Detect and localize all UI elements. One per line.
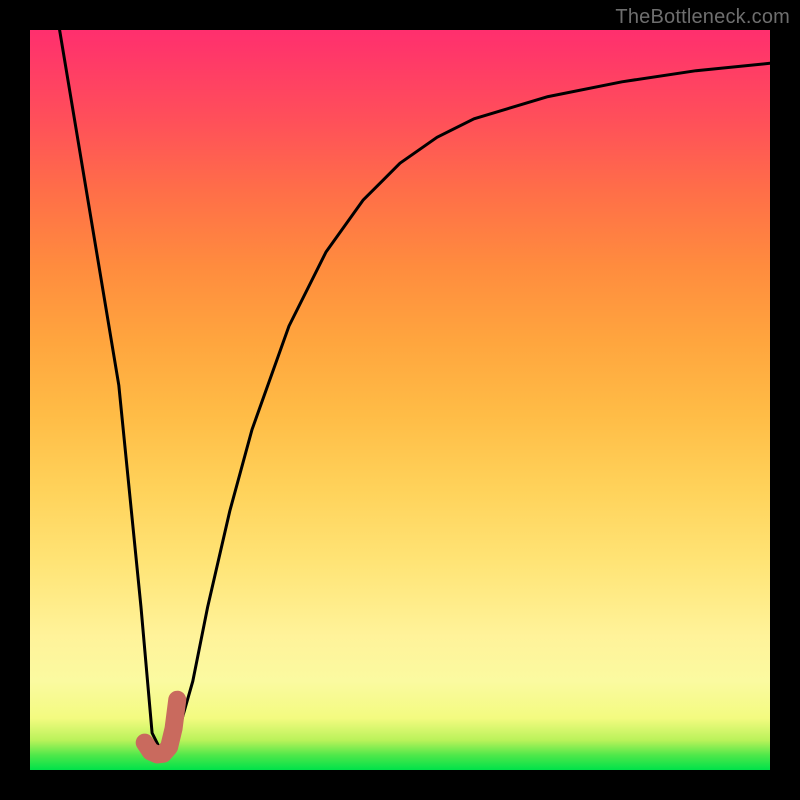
- plot-area: [30, 30, 770, 770]
- main-curve: [60, 30, 770, 755]
- curve-svg: [30, 30, 770, 770]
- chart-frame: TheBottleneck.com: [0, 0, 800, 800]
- watermark-text: TheBottleneck.com: [615, 6, 790, 29]
